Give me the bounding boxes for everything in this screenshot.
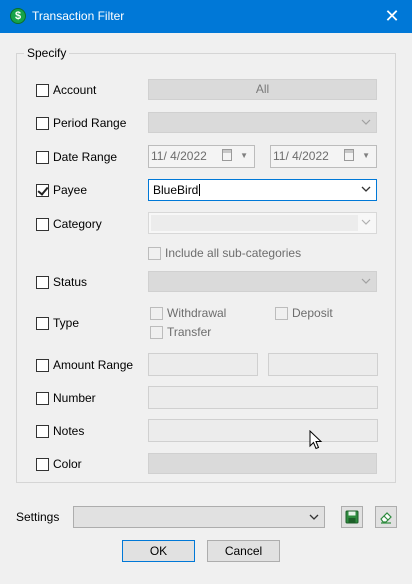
status-label: Status xyxy=(53,275,88,289)
payee-input[interactable]: BlueBird xyxy=(153,183,201,197)
withdrawal-label: Withdrawal xyxy=(167,306,227,320)
color-checkbox-row[interactable]: Color xyxy=(36,456,82,472)
transfer-row[interactable]: Transfer xyxy=(150,324,211,340)
include-subcategories-label: Include all sub-categories xyxy=(165,246,302,260)
color-label: Color xyxy=(53,457,82,471)
number-input[interactable] xyxy=(148,386,378,409)
group-legend: Specify xyxy=(24,46,70,60)
chevron-down-icon xyxy=(360,274,372,289)
cancel-button[interactable]: Cancel xyxy=(207,540,280,562)
category-inner-field xyxy=(151,215,358,231)
transfer-label: Transfer xyxy=(167,325,212,339)
include-subcategories-checkbox[interactable] xyxy=(148,246,161,260)
ok-button[interactable]: OK xyxy=(122,540,195,562)
amount-range-label: Amount Range xyxy=(53,358,134,372)
status-checkbox[interactable] xyxy=(36,275,49,289)
start-date-value: 11/ 4/2022 xyxy=(151,149,207,163)
dollar-icon: $ xyxy=(10,8,26,24)
deposit-checkbox[interactable] xyxy=(275,306,288,320)
chevron-down-icon[interactable] xyxy=(360,182,372,197)
save-settings-button[interactable] xyxy=(341,506,363,528)
end-date-value: 11/ 4/2022 xyxy=(273,149,329,163)
type-label: Type xyxy=(53,316,80,330)
type-checkbox-row[interactable]: Type xyxy=(36,315,79,331)
date-range-checkbox[interactable] xyxy=(36,150,49,164)
type-checkbox[interactable] xyxy=(36,316,49,330)
account-label: Account xyxy=(53,83,97,97)
period-range-dropdown[interactable] xyxy=(148,112,377,133)
title-bar: $ Transaction Filter ✕ xyxy=(0,0,412,33)
account-checkbox[interactable] xyxy=(36,83,49,97)
amount-range-checkbox-row[interactable]: Amount Range xyxy=(36,357,133,373)
withdrawal-checkbox[interactable] xyxy=(150,306,163,320)
payee-value: BlueBird xyxy=(153,183,199,197)
end-date-picker[interactable]: 11/ 4/2022 ▼ xyxy=(270,145,377,168)
number-label: Number xyxy=(53,391,96,405)
window-title: Transaction Filter xyxy=(32,9,125,23)
start-date-picker[interactable]: 11/ 4/2022 ▼ xyxy=(148,145,255,168)
category-checkbox-row[interactable]: Category xyxy=(36,216,102,232)
chevron-down-icon: ▼ xyxy=(362,151,370,160)
period-range-checkbox[interactable] xyxy=(36,116,49,130)
amount-max-input[interactable] xyxy=(268,353,378,376)
deposit-label: Deposit xyxy=(292,306,333,320)
eraser-icon xyxy=(380,512,392,524)
notes-label: Notes xyxy=(53,424,85,438)
account-button[interactable]: All xyxy=(148,79,377,100)
withdrawal-row[interactable]: Withdrawal xyxy=(150,305,226,321)
amount-range-checkbox[interactable] xyxy=(36,358,49,372)
payee-checkbox-row[interactable]: Payee xyxy=(36,182,87,198)
calendar-icon xyxy=(222,149,232,161)
number-checkbox-row[interactable]: Number xyxy=(36,390,96,406)
category-label: Category xyxy=(53,217,102,231)
save-icon xyxy=(345,510,359,524)
payee-combobox[interactable]: BlueBird xyxy=(148,179,377,201)
payee-label: Payee xyxy=(53,183,88,197)
notes-checkbox-row[interactable]: Notes xyxy=(36,423,84,439)
account-value: All xyxy=(255,82,270,96)
payee-checkbox[interactable] xyxy=(36,183,49,197)
color-picker-button[interactable] xyxy=(148,453,377,474)
mouse-cursor-icon xyxy=(309,430,323,450)
calendar-icon xyxy=(344,149,354,161)
deposit-row[interactable]: Deposit xyxy=(275,305,333,321)
number-checkbox[interactable] xyxy=(36,391,49,405)
category-dropdown[interactable] xyxy=(148,212,377,234)
transfer-checkbox[interactable] xyxy=(150,325,163,339)
status-dropdown[interactable] xyxy=(148,271,377,292)
color-checkbox[interactable] xyxy=(36,457,49,471)
status-checkbox-row[interactable]: Status xyxy=(36,274,87,290)
text-caret xyxy=(199,184,201,196)
date-range-label: Date Range xyxy=(53,150,118,164)
chevron-down-icon xyxy=(308,510,320,525)
account-checkbox-row[interactable]: Account xyxy=(36,82,96,98)
period-range-label: Period Range xyxy=(53,116,127,130)
notes-checkbox[interactable] xyxy=(36,424,49,438)
date-range-checkbox-row[interactable]: Date Range xyxy=(36,149,117,165)
amount-min-input[interactable] xyxy=(148,353,258,376)
category-checkbox[interactable] xyxy=(36,217,49,231)
include-subcategories-row[interactable]: Include all sub-categories xyxy=(148,245,301,261)
chevron-down-icon: ▼ xyxy=(240,151,248,160)
chevron-down-icon xyxy=(360,115,372,130)
clear-settings-button[interactable] xyxy=(375,506,397,528)
period-range-checkbox-row[interactable]: Period Range xyxy=(36,115,126,131)
chevron-down-icon xyxy=(360,215,372,230)
settings-label: Settings xyxy=(16,510,60,524)
close-icon[interactable]: ✕ xyxy=(372,0,412,33)
notes-input[interactable] xyxy=(148,419,378,442)
settings-dropdown[interactable] xyxy=(73,506,325,528)
